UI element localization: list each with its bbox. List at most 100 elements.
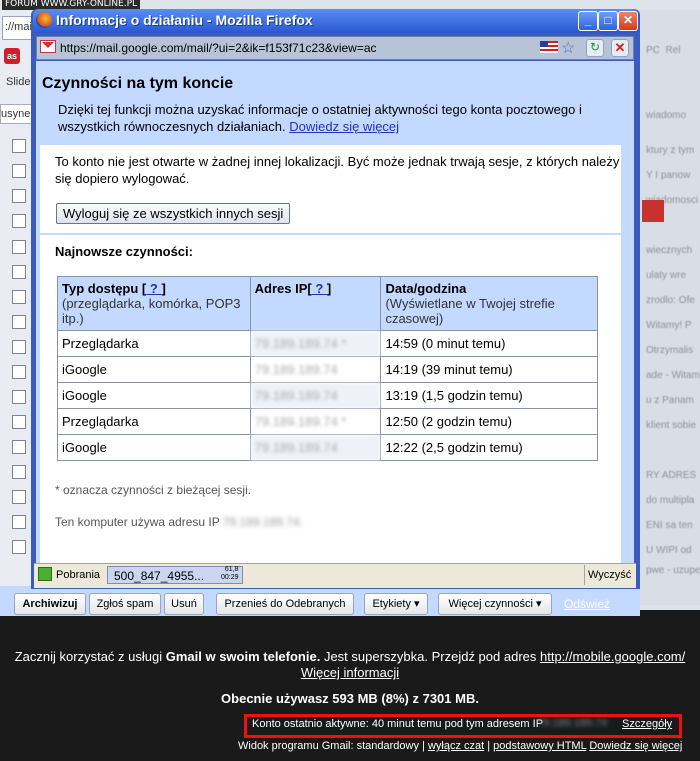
firefox-icon — [36, 12, 52, 28]
access-type-help-link[interactable]: ? — [146, 281, 161, 296]
bracket: ] — [161, 281, 166, 296]
blurred-text: zrodlo: Ofe — [646, 295, 695, 306]
learn-more-link[interactable]: Dowiedz się więcej — [289, 119, 399, 134]
computer-ip-line: Ten komputer używa adresu IP 79.189.189.… — [55, 515, 303, 529]
blurred-text: Y I panow — [646, 170, 691, 181]
message-checkbox[interactable] — [12, 240, 26, 254]
ip-address: 79.189.189.74 * — [249, 408, 382, 435]
mobile-url-link[interactable]: http://mobile.google.com/ — [540, 649, 685, 664]
access-type: Przeglądarka — [57, 330, 251, 357]
activity-table: Typ dostępu [ ? ] (przeglądarka, komórka,… — [57, 276, 598, 461]
details-link[interactable]: Szczegóły — [622, 718, 672, 730]
blurred-text: Otrzymalis — [646, 345, 694, 356]
message-checkbox[interactable] — [12, 490, 26, 504]
red-thumbnail — [642, 200, 664, 222]
labels-dropdown[interactable]: Etykiety ▾ — [364, 593, 428, 615]
message-checkbox[interactable] — [12, 265, 26, 279]
frame-border-right — [621, 145, 634, 563]
ip-address: 79.189.189.74 — [249, 356, 382, 383]
message-checkbox[interactable] — [12, 189, 26, 203]
bookmark-slide[interactable]: Slide — [6, 76, 30, 88]
bracket: ] — [326, 281, 332, 296]
message-checkbox[interactable] — [12, 465, 26, 479]
message-checkbox[interactable] — [12, 290, 26, 304]
message-checkbox[interactable] — [12, 515, 26, 529]
blurred-text: do multipla — [646, 495, 695, 506]
downloads-label[interactable]: Pobrania — [56, 569, 100, 581]
status-separator — [584, 565, 585, 585]
blurred-text: u z Panam — [646, 395, 694, 406]
message-checkbox[interactable] — [12, 540, 26, 554]
message-checkbox[interactable] — [12, 390, 26, 404]
recent-activity-title: Najnowsze czynności: — [55, 244, 193, 259]
page-title: Czynności na tym koncie — [42, 75, 234, 92]
computer-ip-prefix: Ten komputer używa adresu IP — [55, 515, 220, 529]
move-to-inbox-button[interactable]: Przenieś do Odebranych — [216, 593, 354, 615]
mobile-promo-mid: Jest superszybka. Przejdź pod adres — [320, 649, 540, 664]
col-datetime: Data/godzina (Wyświetlane w Twojej strefi… — [380, 276, 598, 331]
delete-button[interactable]: Usuń — [164, 593, 204, 615]
message-checkbox[interactable] — [12, 164, 26, 178]
message-checkbox[interactable] — [12, 365, 26, 379]
report-spam-button[interactable]: Zgłoś spam — [89, 593, 161, 615]
datetime: 12:50 (2 godzin temu) — [380, 408, 598, 435]
maximize-button[interactable]: □ — [598, 11, 618, 31]
blurred-text: pwe - uzupe — [646, 565, 700, 576]
ip-address: 79.189.189.74 * — [249, 330, 382, 357]
star-icon[interactable]: ☆ — [561, 38, 575, 58]
message-list-strip — [0, 10, 35, 600]
blurred-text: klient sobie — [646, 420, 697, 431]
view-separator: | — [484, 740, 494, 752]
table-row: Przeglądarka 79.189.189.74 * 14:59 (0 minu… — [57, 330, 598, 357]
address-url[interactable]: https://mail.google.com/mail/?ui=2&ik=f1… — [60, 41, 377, 55]
blurred-text: wiecznych — [646, 245, 693, 256]
message-checkbox[interactable] — [12, 139, 26, 153]
minimize-button[interactable]: _ — [578, 11, 598, 31]
ip-address: 79.189.189.74 — [249, 382, 382, 409]
blurred-text: RY ADRES — [646, 470, 697, 481]
view-prefix: Widok programu Gmail: standardowy | — [238, 740, 428, 752]
table-row: iGoogle 79.189.189.74 13:19 (1,5 godzin te… — [57, 382, 598, 409]
table-row: iGoogle 79.189.189.74 14:19 (39 minut temu… — [57, 356, 598, 383]
message-checkbox[interactable] — [12, 415, 26, 429]
table-row: Przeglądarka 79.189.189.74 * 12:50 (2 godz… — [57, 408, 598, 435]
reload-icon[interactable]: ↻ — [586, 39, 604, 57]
last-activity-ip: 79.189.189.74 — [537, 717, 608, 729]
gmail-icon — [40, 40, 56, 53]
datetime: 12:22 (2,5 godzin temu) — [380, 434, 598, 461]
col-access-type: Typ dostępu [ ? ] (przeglądarka, komórka,… — [57, 276, 251, 331]
logout-all-sessions-button[interactable]: Wyloguj się ze wszystkich innych sesji — [56, 203, 291, 224]
message-checkbox[interactable] — [12, 214, 26, 228]
mobile-promo-bold: Gmail w swoim telefonie. — [165, 649, 321, 664]
more-info-link[interactable]: Więcej informacji — [301, 665, 399, 680]
datetime: 14:59 (0 minut temu) — [380, 330, 598, 357]
lastfm-icon[interactable]: as — [4, 48, 20, 64]
refresh-link[interactable]: Odśwież — [564, 597, 610, 611]
basic-html-link[interactable]: podstawowy HTML — [493, 740, 586, 752]
more-actions-dropdown[interactable]: Więcej czynności ▾ — [438, 593, 552, 615]
stop-icon[interactable]: ✕ — [611, 39, 629, 57]
view-options: Widok programu Gmail: standardowy | wyłą… — [238, 740, 682, 752]
frame-border — [36, 145, 40, 563]
message-checkbox[interactable] — [12, 315, 26, 329]
chat-off-link[interactable]: wyłącz czat — [428, 740, 484, 752]
learn-more-footer-link[interactable]: Dowiedz się więcej — [589, 740, 682, 752]
last-activity-text: Konto ostatnio aktywne: 40 minut temu po… — [252, 718, 544, 730]
message-checkbox[interactable] — [12, 440, 26, 454]
download-filename: 500_847_4955... — [114, 569, 205, 583]
session-info: To konto nie jest otwarte w żadnej innej… — [55, 154, 620, 186]
datetime: 13:19 (1,5 godzin temu) — [380, 382, 598, 409]
downloads-icon[interactable] — [38, 567, 52, 581]
col-datetime-title: Data/godzina — [385, 281, 467, 296]
storage-usage: Obecnie używasz 593 MB (8%) z 7301 MB. — [221, 691, 479, 706]
ip-help-link[interactable]: ? — [312, 281, 327, 296]
col-access-type-sub: (przeglądarka, komórka, POP3 itp.) — [62, 296, 241, 326]
window-title: Informacje o działaniu - Mozilla Firefox — [56, 12, 313, 28]
download-size: 61,8 — [224, 566, 239, 573]
search-field-fragment[interactable]: usyne — [0, 104, 32, 124]
close-button[interactable]: ✕ — [618, 11, 638, 31]
message-checkbox[interactable] — [12, 340, 26, 354]
divider — [40, 233, 622, 235]
clear-downloads[interactable]: Wyczyść — [588, 569, 631, 581]
archive-button[interactable]: Archiwizuj — [14, 593, 86, 615]
